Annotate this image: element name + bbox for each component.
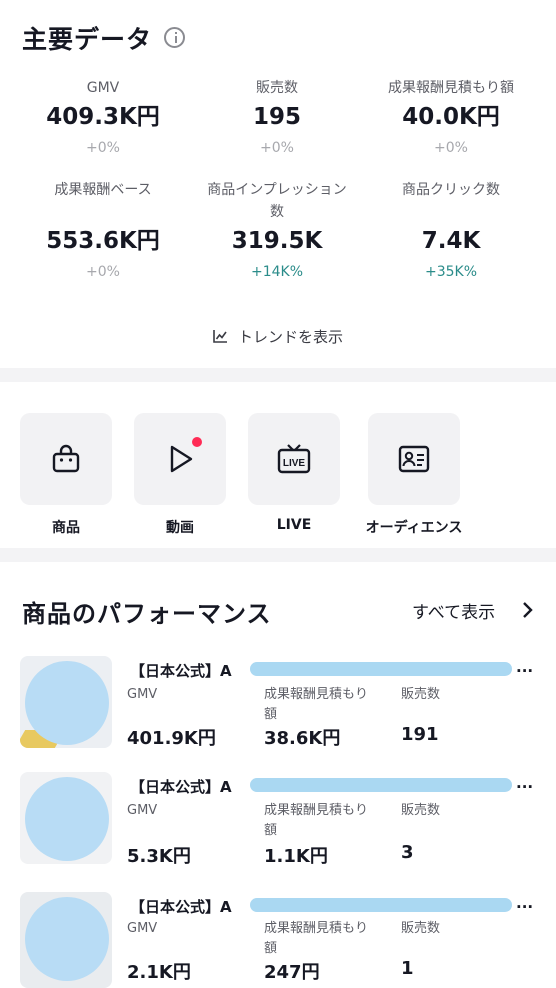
metric-value: 319.5K	[231, 228, 323, 254]
metric-delta: +14K%	[250, 264, 304, 280]
product-performance-title: 商品のパフォーマンス	[22, 600, 272, 628]
gmv-label: GMV	[127, 687, 158, 702]
commission-label: 成果報酬見積もり	[264, 803, 369, 818]
live-tv-icon: LIVE	[277, 444, 311, 474]
product-thumbnail	[20, 656, 112, 748]
product-name: 【日本公式】A	[130, 778, 232, 796]
shopping-bag-icon	[52, 444, 80, 473]
gmv-value: 2.1K円	[127, 962, 191, 983]
svg-text:LIVE: LIVE	[283, 458, 306, 469]
sales-value: 191	[401, 724, 439, 745]
metric-value: 7.4K	[421, 228, 481, 254]
commission-value: 38.6K円	[264, 728, 341, 749]
shortcut-live[interactable]: LIVE	[248, 413, 340, 505]
metric-value: 553.6K円	[46, 228, 160, 254]
play-icon	[170, 445, 193, 473]
section-divider	[0, 548, 556, 562]
key-data-title: 主要データ	[22, 25, 153, 54]
metric-product-impressions: 商品インプレッション 数 319.5K +14K%	[192, 179, 362, 282]
metric-delta: +35K%	[424, 264, 478, 280]
metric-label: 成果報酬ベース	[54, 182, 152, 198]
metric-label: 販売数	[256, 80, 298, 96]
show-trend-label: トレンドを表示	[237, 328, 343, 346]
redaction-blur	[25, 661, 109, 745]
product-row[interactable]: 【日本公式】A ... GMV 成果報酬見積もり 額 販売数 2.1K円 247…	[0, 892, 556, 988]
metric-value: 409.3K円	[46, 104, 160, 130]
sales-label: 販売数	[401, 921, 441, 936]
metric-label: 成果報酬見積もり額	[388, 80, 514, 96]
metric-delta: +0%	[86, 264, 120, 280]
redaction-bar	[250, 662, 512, 676]
shortcut-videos-label: 動画	[166, 520, 194, 536]
metric-delta: +0%	[86, 140, 120, 156]
metric-label: 数	[270, 204, 284, 220]
info-icon[interactable]	[164, 27, 185, 48]
see-all-link[interactable]: すべて表示	[412, 598, 495, 623]
commission-value: 1.1K円	[264, 846, 328, 867]
metric-delta: +0%	[434, 140, 468, 156]
gmv-label: GMV	[127, 921, 158, 936]
metric-commission-base: 成果報酬ベース 553.6K円 +0%	[18, 179, 188, 282]
sales-label: 販売数	[401, 687, 441, 702]
key-data-card: 主要データ GMV 409.3K円 +0% 販売数 195 +0% 成果報酬見積…	[0, 0, 556, 368]
product-thumbnail	[20, 892, 112, 988]
gmv-label: GMV	[127, 803, 158, 818]
commission-label: 成果報酬見積もり	[264, 687, 369, 702]
product-name-ellipsis: ...	[516, 774, 534, 792]
commission-label: 成果報酬見積もり	[264, 921, 369, 936]
sales-value: 1	[401, 958, 414, 979]
gmv-value: 401.9K円	[127, 728, 216, 749]
metric-sales: 販売数 195 +0%	[192, 77, 362, 158]
shortcut-audience-label: オーディエンス	[365, 520, 463, 536]
id-card-icon	[398, 445, 430, 473]
metric-value: 40.0K円	[402, 104, 500, 130]
gmv-value: 5.3K円	[127, 846, 191, 867]
commission-label: 額	[264, 941, 278, 956]
metric-value: 195	[252, 104, 301, 130]
metric-product-clicks: 商品クリック数 7.4K +35K%	[366, 179, 536, 282]
metric-delta: +0%	[260, 140, 294, 156]
product-name: 【日本公式】A	[130, 898, 232, 916]
sales-value: 3	[401, 842, 414, 863]
sales-label: 販売数	[401, 803, 441, 818]
metric-gmv: GMV 409.3K円 +0%	[18, 77, 188, 158]
redaction-bar	[250, 898, 512, 912]
show-trend-button[interactable]: トレンドを表示	[0, 326, 556, 347]
product-thumbnail	[20, 772, 112, 864]
redaction-blur	[25, 777, 109, 861]
product-row[interactable]: 【日本公式】A ... GMV 成果報酬見積もり 額 販売数 5.3K円 1.1…	[0, 772, 556, 882]
metric-commission-estimate: 成果報酬見積もり額 40.0K円 +0%	[366, 77, 536, 158]
redaction-blur	[25, 897, 109, 981]
metric-label: GMV	[86, 80, 120, 96]
notification-dot	[192, 437, 202, 447]
section-divider	[0, 368, 556, 382]
product-name-ellipsis: ...	[516, 894, 534, 912]
metric-label: 商品インプレッション	[207, 182, 347, 198]
trend-chart-icon	[213, 330, 227, 343]
shortcut-products-label: 商品	[52, 520, 80, 536]
metric-label: 商品クリック数	[402, 182, 500, 198]
commission-label: 額	[264, 823, 278, 838]
chevron-right-icon[interactable]	[520, 600, 534, 620]
shortcut-videos[interactable]	[134, 413, 226, 505]
product-row[interactable]: 【日本公式】A ... GMV 成果報酬見積もり 額 販売数 401.9K円 3…	[0, 656, 556, 766]
commission-label: 額	[264, 707, 278, 722]
shortcut-products[interactable]	[20, 413, 112, 505]
product-name: 【日本公式】A	[130, 662, 232, 680]
product-name-ellipsis: ...	[516, 658, 534, 676]
redaction-bar	[250, 778, 512, 792]
commission-value: 247円	[264, 962, 320, 983]
shortcut-live-label: LIVE	[276, 517, 312, 533]
shortcut-audience[interactable]	[368, 413, 460, 505]
